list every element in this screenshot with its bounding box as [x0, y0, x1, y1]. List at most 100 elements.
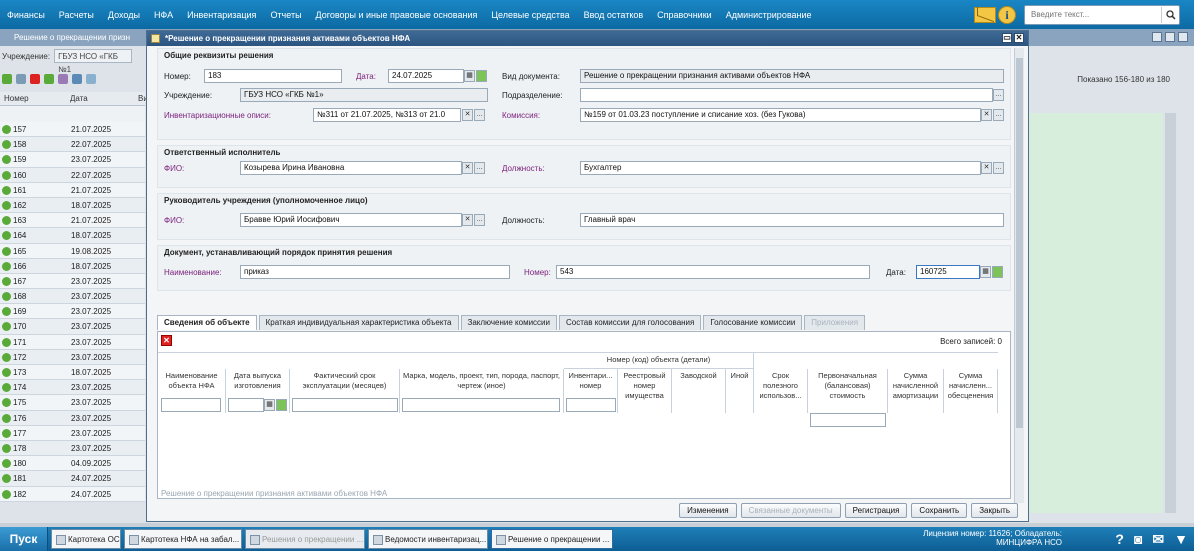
search-input[interactable] — [1025, 10, 1161, 19]
inventory-field[interactable]: №311 от 21.07.2025, №313 от 21.0 — [313, 108, 461, 122]
exec-post-field[interactable]: Бухгалтер — [580, 161, 981, 175]
head-fio-select-button[interactable]: … — [474, 214, 485, 226]
col-registry-number[interactable]: Реестровый номер имущества — [618, 369, 672, 413]
table-row[interactable]: 157 21.07.2025 — [0, 122, 145, 138]
table-row[interactable]: 163 21.07.2025 — [0, 213, 145, 229]
start-button[interactable]: Пуск — [0, 527, 48, 551]
filter-calendar-icon[interactable]: ▦ — [264, 399, 275, 411]
col-depreciation[interactable]: Сумма начисленной амортизации — [888, 369, 944, 413]
col-initial-cost[interactable]: Первоначальная (балансовая) стоимость — [808, 369, 888, 413]
task-decisions-list[interactable]: Решения о прекращении ... — [245, 529, 365, 549]
table-row[interactable]: 160 22.07.2025 — [0, 167, 145, 183]
commission-select-button[interactable]: … — [993, 109, 1004, 121]
division-field[interactable] — [580, 88, 993, 102]
exec-fio-field[interactable]: Козырева Ирина Ивановна — [240, 161, 462, 175]
inventory-select-button[interactable]: … — [474, 109, 485, 121]
changes-button[interactable]: Изменения — [679, 503, 737, 518]
table-row[interactable]: 168 23.07.2025 — [0, 289, 145, 305]
close-button[interactable]: Закрыть — [971, 503, 1018, 518]
menu-administration[interactable]: Администрирование — [726, 10, 812, 20]
filter-actual-term[interactable] — [292, 398, 398, 412]
tab-commission-members[interactable]: Состав комиссии для голосования — [558, 315, 702, 330]
info-icon[interactable]: i — [998, 5, 1016, 24]
mail-icon[interactable]: ✉ — [1152, 529, 1164, 549]
table-row[interactable]: 175 23.07.2025 — [0, 395, 145, 411]
task-inventory-sheets[interactable]: Ведомости инвентаризац... — [368, 529, 488, 549]
table-row[interactable]: 181 24.07.2025 — [0, 471, 145, 487]
dialog-scrollbar[interactable] — [1014, 48, 1024, 503]
tab-object-info[interactable]: Сведения об объекте — [157, 315, 257, 330]
export-icon[interactable] — [86, 74, 96, 84]
col-other[interactable]: Иной — [726, 369, 754, 413]
exec-fio-clear-button[interactable]: ✕ — [462, 162, 473, 174]
mail-icon[interactable] — [974, 6, 996, 23]
menu-target-funds[interactable]: Целевые средства — [491, 10, 569, 20]
org-field[interactable]: ГБУЗ НСО «ГКБ №1» — [240, 88, 488, 102]
edit-icon[interactable] — [16, 74, 26, 84]
menu-inventory[interactable]: Инвентаризация — [187, 10, 256, 20]
doctype-field[interactable]: Решение о прекращении признания активами… — [580, 69, 1004, 83]
table-row[interactable]: 173 18.07.2025 — [0, 365, 145, 381]
menu-finance[interactable]: Финансы — [7, 10, 45, 20]
tab-characteristics[interactable]: Краткая индивидуальная характеристика об… — [258, 315, 459, 330]
table-row[interactable]: 159 23.07.2025 — [0, 152, 145, 168]
table-row[interactable]: 169 23.07.2025 — [0, 304, 145, 320]
number-field[interactable]: 183 — [204, 69, 342, 83]
close-icon[interactable] — [1178, 32, 1188, 42]
head-fio-field[interactable]: Бравве Юрий Иосифович — [240, 213, 462, 227]
minimize-icon[interactable] — [1152, 32, 1162, 42]
approve-icon[interactable] — [44, 74, 54, 84]
table-row[interactable]: 167 23.07.2025 — [0, 273, 145, 290]
col-factory-number[interactable]: Заводской — [672, 369, 726, 413]
task-nfa-card[interactable]: Картотека НФА на забал... — [124, 529, 242, 549]
basis-calendar-icon[interactable]: ▦ — [980, 266, 991, 278]
col-vi[interactable]: Ви — [134, 92, 148, 105]
col-impairment[interactable]: Сумма начисленн... обесценения — [944, 369, 998, 413]
table-row[interactable]: 180 04.09.2025 — [0, 456, 145, 472]
date-field[interactable]: 24.07.2025 — [388, 69, 464, 83]
table-row[interactable]: 178 23.07.2025 — [0, 440, 145, 457]
table-row[interactable]: 162 18.07.2025 — [0, 197, 145, 214]
chevron-down-icon[interactable]: ▼ — [1174, 529, 1188, 549]
table-row[interactable]: 164 18.07.2025 — [0, 228, 145, 244]
menu-calculations[interactable]: Расчеты — [59, 10, 94, 20]
add-icon[interactable] — [2, 74, 12, 84]
table-row[interactable]: 161 21.07.2025 — [0, 182, 145, 198]
commission-field[interactable]: №159 от 01.03.23 поступление и списание … — [580, 108, 981, 122]
menu-directories[interactable]: Справочники — [657, 10, 712, 20]
table-row[interactable]: 171 23.07.2025 — [0, 334, 145, 350]
division-select-button[interactable]: … — [993, 89, 1004, 101]
exec-post-clear-button[interactable]: ✕ — [981, 162, 992, 174]
table-row[interactable]: 166 18.07.2025 — [0, 258, 145, 274]
tab-commission-conclusion[interactable]: Заключение комиссии — [460, 315, 557, 330]
col-date[interactable]: Дата — [66, 92, 134, 105]
head-post-field[interactable]: Главный врач — [580, 213, 1004, 227]
filter-issue-date[interactable] — [228, 398, 264, 412]
basis-num-field[interactable]: 543 — [556, 265, 870, 279]
basis-date-field[interactable]: 160725 — [916, 265, 980, 279]
register-button[interactable]: Регистрация — [844, 503, 908, 518]
filter-initial-cost[interactable] — [810, 413, 886, 427]
task-os-card[interactable]: Картотека ОС — [51, 529, 121, 549]
help-icon[interactable]: ? — [1115, 529, 1124, 549]
close-icon[interactable]: ✕ — [1014, 33, 1024, 43]
basis-name-field[interactable]: приказ — [240, 265, 510, 279]
table-row[interactable]: 170 23.07.2025 — [0, 319, 145, 335]
bg-scrollbar[interactable] — [1165, 113, 1176, 513]
camera-icon[interactable]: ◙ — [1134, 529, 1142, 549]
calendar-icon[interactable]: ▦ — [464, 70, 475, 82]
menu-contracts[interactable]: Договоры и иные правовые основания — [316, 10, 478, 20]
commission-clear-button[interactable]: ✕ — [981, 109, 992, 121]
print-icon[interactable] — [72, 74, 82, 84]
basis-date-refresh-icon[interactable] — [992, 266, 1003, 278]
col-useful-life[interactable]: Срок полезного использов... — [754, 369, 808, 413]
filter-model[interactable] — [402, 398, 560, 412]
delete-icon[interactable] — [30, 74, 40, 84]
head-fio-clear-button[interactable]: ✕ — [462, 214, 473, 226]
menu-income[interactable]: Доходы — [108, 10, 140, 20]
task-current-decision[interactable]: Решение о прекращении ... — [491, 529, 613, 549]
inventory-clear-button[interactable]: ✕ — [462, 109, 473, 121]
filter-icon[interactable] — [58, 74, 68, 84]
exec-post-select-button[interactable]: … — [993, 162, 1004, 174]
save-button[interactable]: Сохранить — [911, 503, 968, 518]
